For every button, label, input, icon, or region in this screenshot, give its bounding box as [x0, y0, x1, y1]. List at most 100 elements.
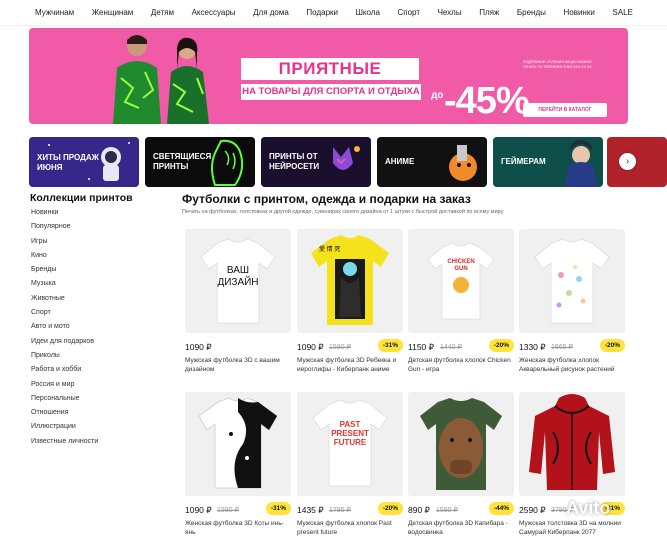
product-card[interactable]: 愛 情 死 1090 ₽ 1590 ₽ -31% Мужская футболк… — [297, 229, 403, 374]
product-image[interactable]: CHICKEN GUN — [408, 229, 514, 333]
sidebar-item-gift-ideas[interactable]: Идеи для подарков — [30, 335, 170, 349]
product-price: 1090 ₽ — [297, 342, 324, 352]
sidebar-item-new[interactable]: Новинки — [30, 206, 170, 220]
sidebar-item-brands[interactable]: Бренды — [30, 263, 170, 277]
nav-accessories[interactable]: Аксессуары — [192, 8, 236, 17]
product-image[interactable] — [519, 392, 625, 496]
product-name[interactable]: Мужская футболка 3D Ребекка и иероглифы … — [297, 356, 403, 374]
hoodie-cyberpunk-icon — [529, 394, 615, 490]
tile-hits[interactable]: ХИТЫ ПРОДАЖ ИЮНЯ — [29, 137, 139, 187]
product-price: 1090 ₽ — [185, 505, 212, 515]
product-image[interactable]: 愛 情 死 — [297, 229, 403, 333]
tile-gamers-label: ГЕЙМЕРАМ — [501, 157, 546, 166]
price-row: 890 ₽ 1590 ₽ -44% — [408, 502, 514, 516]
product-price: 890 ₽ — [408, 505, 430, 515]
page-subtitle: Печать на футболках, толстовках и другой… — [182, 209, 504, 215]
promo-banner[interactable]: ПРИЯТНЫЕ СКИДКИ НА ТОВАРЫ ДЛЯ СПОРТА И О… — [29, 28, 628, 124]
nav-home[interactable]: Для дома — [253, 8, 289, 17]
product-card[interactable]: 1330 ₽ 1665 ₽ -20% Женская футболка хлоп… — [519, 229, 625, 374]
product-old-price: 1440 ₽ — [440, 344, 462, 351]
tile-anime[interactable]: АНИМЕ — [377, 137, 487, 187]
nav-brands[interactable]: Бренды — [517, 8, 546, 17]
nav-men[interactable]: Мужчинам — [35, 8, 74, 17]
sidebar-item-animals[interactable]: Животные — [30, 292, 170, 306]
product-old-price: 1795 ₽ — [329, 507, 351, 514]
sidebar-item-relations[interactable]: Отношения — [30, 406, 170, 420]
svg-text:愛 情 死: 愛 情 死 — [319, 245, 340, 253]
sidebar-item-movies[interactable]: Кино — [30, 249, 170, 263]
tshirt-yin-yang-cats-icon — [198, 397, 278, 489]
product-image[interactable]: PAST PRESENT FUTURE — [297, 392, 403, 496]
sidebar-title: Коллекции принтов — [30, 192, 133, 204]
page-title: Футболки с принтом, одежда и подарки на … — [182, 192, 471, 206]
sidebar-item-auto[interactable]: Авто и мото — [30, 320, 170, 334]
tile-gamers[interactable]: ГЕЙМЕРАМ — [493, 137, 603, 187]
product-card[interactable]: 1090 ₽ 1590 ₽ -31% Женская футболка 3D К… — [185, 392, 291, 537]
product-name[interactable]: Детская футболка хлопок Chicken Gun - иг… — [408, 356, 514, 374]
discount-badge: -20% — [377, 502, 403, 515]
tile-glowing[interactable]: СВЕТЯЩИЕСЯ ПРИНТЫ — [145, 137, 255, 187]
product-name[interactable]: Женская футболка хлопок Акварельный рису… — [519, 356, 625, 374]
nav-beach[interactable]: Пляж — [479, 8, 499, 17]
price-row: 1150 ₽ 1440 ₽ -20% — [408, 339, 514, 353]
catalog-button[interactable]: ПЕРЕЙТИ В КАТАЛОГ — [523, 103, 607, 117]
product-price: 2590 ₽ — [519, 505, 546, 515]
sidebar-item-sport[interactable]: Спорт — [30, 306, 170, 320]
product-image[interactable] — [519, 229, 625, 333]
nav-school[interactable]: Школа — [356, 8, 380, 17]
banner-discount: -45% — [444, 80, 530, 122]
print-text: CHICKEN GUN — [447, 259, 475, 272]
carousel-next-icon[interactable]: › — [619, 153, 636, 170]
product-price: 1330 ₽ — [519, 342, 546, 352]
sidebar-item-illustrations[interactable]: Иллюстрации — [30, 420, 170, 434]
price-row: 1435 ₽ 1795 ₽ -20% — [297, 502, 403, 516]
product-card[interactable]: CHICKEN GUN 1150 ₽ 1440 ₽ -20% Детская ф… — [408, 229, 514, 374]
product-old-price: 1590 ₽ — [217, 507, 239, 514]
nav-new[interactable]: Новинки — [563, 8, 594, 17]
sidebar-item-work-hobby[interactable]: Работа и хобби — [30, 363, 170, 377]
sidebar-item-music[interactable]: Музыка — [30, 277, 170, 291]
tile-anime-label: АНИМЕ — [385, 157, 415, 166]
sidebar-item-jokes[interactable]: Приколы — [30, 349, 170, 363]
models-illustration — [99, 28, 229, 124]
product-image[interactable] — [408, 392, 514, 496]
price-row: 1330 ₽ 1665 ₽ -20% — [519, 339, 625, 353]
tile-ai-prints[interactable]: ПРИНТЫ ОТ НЕЙРОСЕТИ — [261, 137, 371, 187]
sidebar-item-games[interactable]: Игры — [30, 235, 170, 249]
nav-cases[interactable]: Чехлы — [438, 8, 462, 17]
price-row: 1090 ₽ 1590 ₽ -31% — [185, 502, 291, 516]
sidebar-item-popular[interactable]: Популярное — [30, 220, 170, 234]
product-card[interactable]: 890 ₽ 1590 ₽ -44% Детская футболка 3D Ка… — [408, 392, 514, 537]
product-image[interactable] — [185, 392, 291, 496]
product-old-price: 1590 ₽ — [436, 507, 458, 514]
tile-ai-label: ПРИНТЫ ОТ НЕЙРОСЕТИ — [269, 152, 320, 171]
tile-glowing-label: СВЕТЯЩИЕСЯ ПРИНТЫ — [153, 152, 212, 171]
banner-subline: НА ТОВАРЫ ДЛЯ СПОРТА И ОТДЫХА — [241, 84, 421, 100]
tile-partial[interactable] — [607, 137, 667, 187]
nav-sale[interactable]: SALE — [612, 8, 632, 17]
discount-badge: -31% — [377, 339, 403, 352]
product-price: 1090 ₽ — [185, 342, 212, 352]
discount-badge: -31% — [265, 502, 291, 515]
product-price: 1435 ₽ — [297, 505, 324, 515]
nav-gifts[interactable]: Подарки — [306, 8, 338, 17]
product-name[interactable]: Мужская толстовка 3D на молнии Самурай К… — [519, 519, 625, 537]
product-card[interactable]: PAST PRESENT FUTURE 1435 ₽ 1795 ₽ -20% М… — [297, 392, 403, 537]
product-name[interactable]: Детская футболка 3D Капибара - водосвинк… — [408, 519, 514, 537]
product-old-price: 1590 ₽ — [329, 344, 351, 351]
sidebar-item-personal[interactable]: Персональные — [30, 392, 170, 406]
product-name[interactable]: Женская футболка 3D Коты инь-янь — [185, 519, 291, 537]
product-card[interactable]: ВАШ ДИЗАЙН 1090 ₽ Мужская футболка 3D с … — [185, 229, 291, 374]
product-image[interactable]: ВАШ ДИЗАЙН — [185, 229, 291, 333]
product-price: 1150 ₽ — [408, 342, 435, 352]
price-row: 1090 ₽ 1590 ₽ -31% — [297, 339, 403, 353]
nav-women[interactable]: Женщинам — [92, 8, 134, 17]
nav-sport[interactable]: Спорт — [397, 8, 420, 17]
product-name[interactable]: Мужская футболка 3D с вашим дизайном — [185, 356, 291, 374]
product-name[interactable]: Мужская футболка хлопок Past present fut… — [297, 519, 403, 537]
sidebar-item-celebrities[interactable]: Известные личности — [30, 435, 170, 449]
sidebar-item-russia-world[interactable]: Россия и мир — [30, 378, 170, 392]
nav-kids[interactable]: Детям — [151, 8, 174, 17]
tshirt-cyberpunk-icon: 愛 情 死 — [311, 235, 389, 325]
banner-upto: до — [431, 90, 444, 101]
